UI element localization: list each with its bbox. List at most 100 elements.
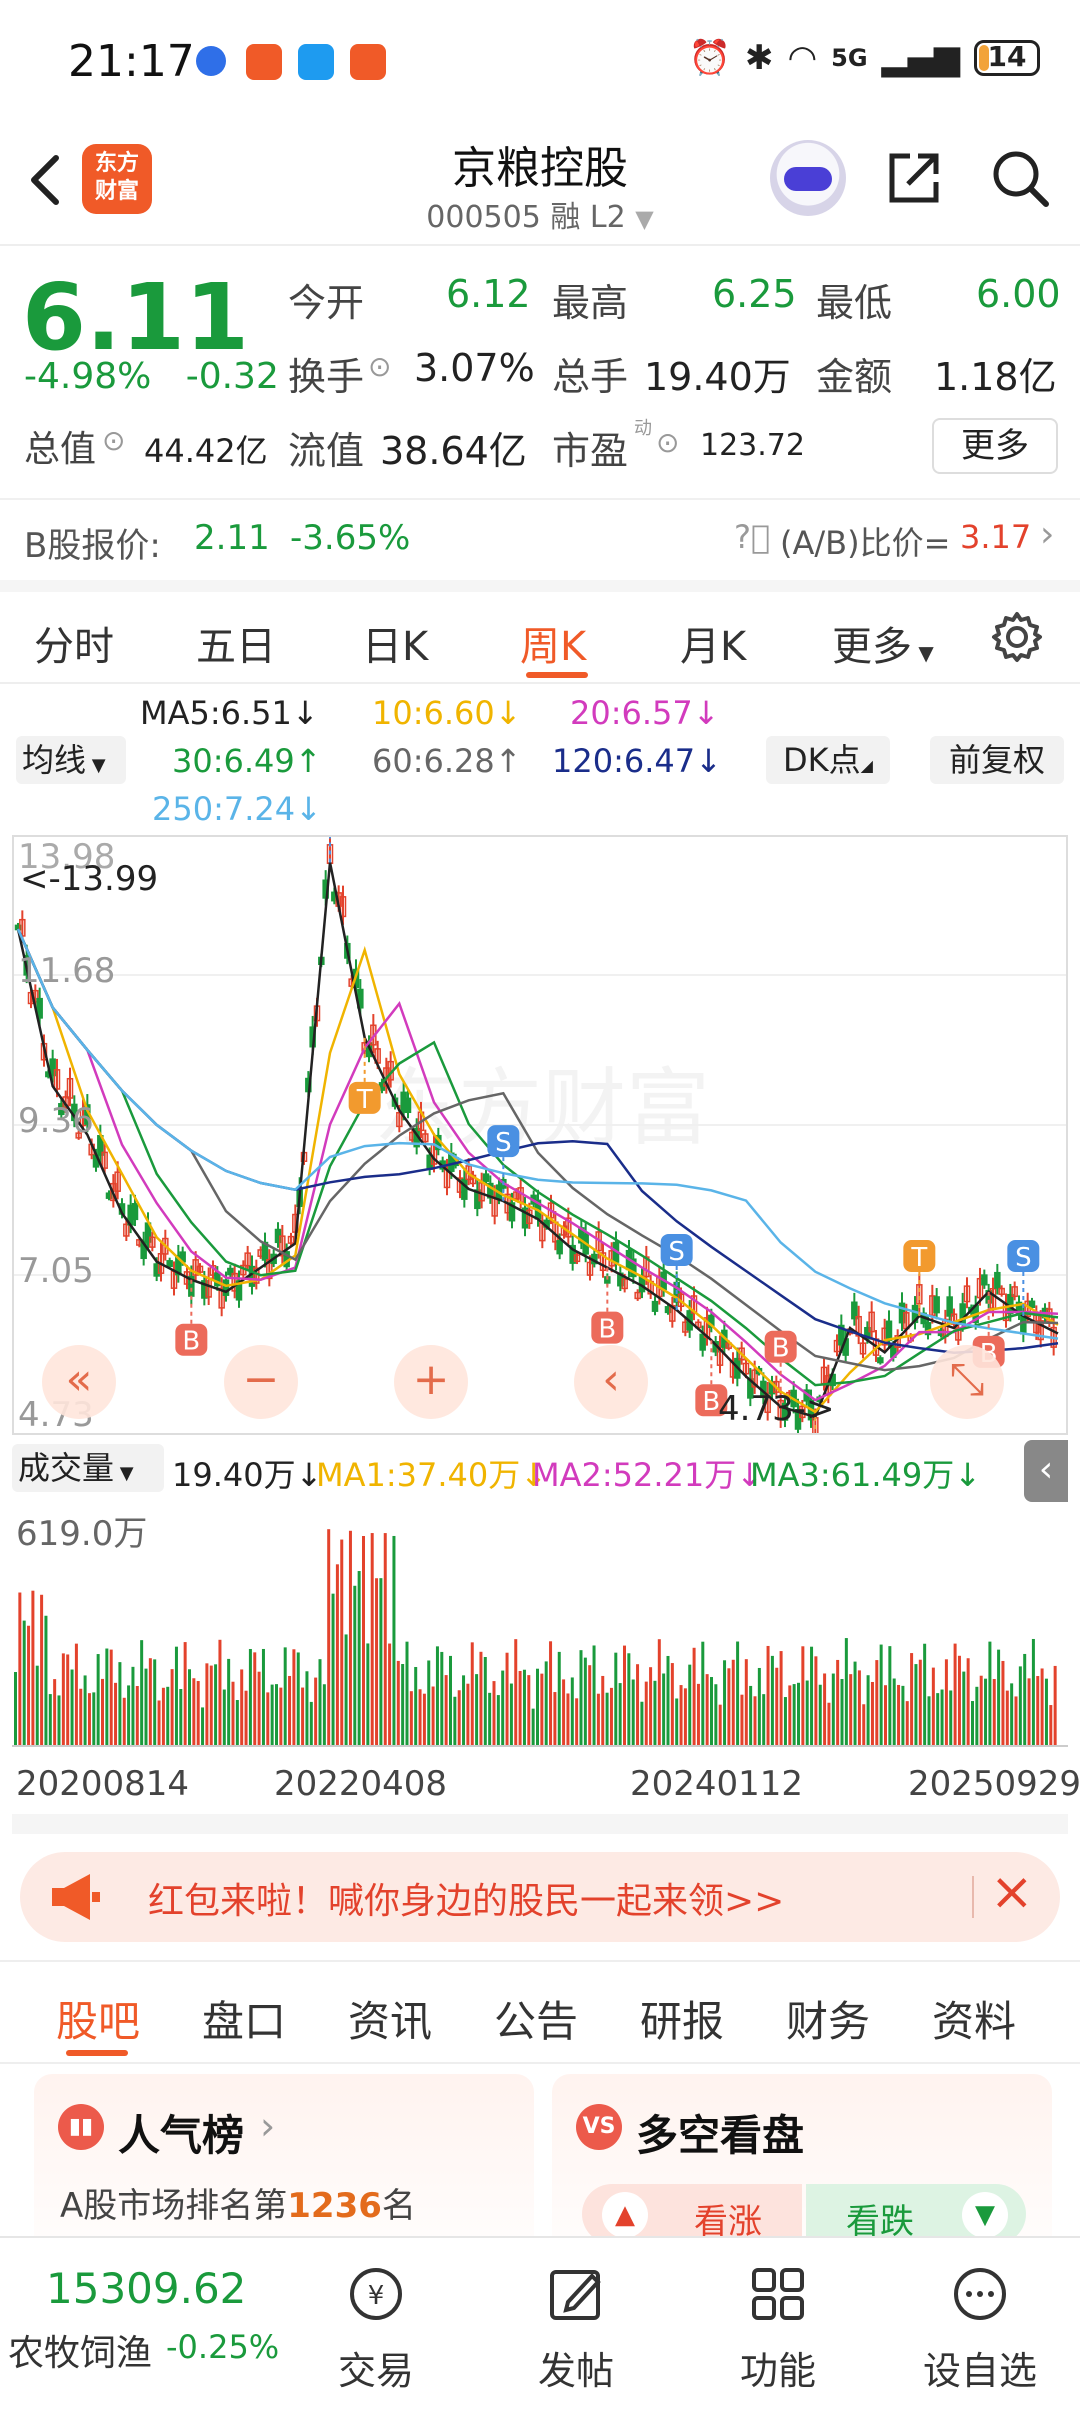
volume-indicator-selector[interactable]: 成交量 ▼ — [12, 1444, 164, 1492]
ab-ratio-value: 3.17 — [960, 518, 1032, 556]
volume-bar — [984, 1678, 988, 1746]
volume-bar — [431, 1686, 435, 1746]
volume-bar — [779, 1651, 783, 1746]
info-icon[interactable]: ⊙ — [368, 350, 391, 383]
add-watchlist-button[interactable]: 设自选 — [900, 2238, 1060, 2412]
bull-button[interactable]: ▲ 看涨 — [582, 2184, 802, 2244]
volume-bar — [83, 1675, 87, 1746]
volume-bar — [40, 1594, 44, 1746]
tab-financials[interactable]: 财务 — [786, 1988, 870, 2049]
volume-bar — [492, 1681, 496, 1746]
volume-bar — [810, 1646, 814, 1746]
volume-bar — [562, 1679, 566, 1746]
volume-bar — [879, 1644, 883, 1746]
ai-assistant-icon[interactable] — [770, 140, 846, 216]
volume-bar — [518, 1670, 522, 1746]
collapse-panel-button[interactable]: ‹ — [1024, 1440, 1068, 1502]
zoom-out-button[interactable]: − — [224, 1345, 298, 1419]
dk-point-button[interactable]: DK点◢ — [766, 736, 890, 784]
help-icon[interactable]: ?⃝ — [734, 518, 770, 556]
adjust-button[interactable]: 前复权 — [930, 736, 1064, 784]
volume-bar — [427, 1660, 431, 1746]
volume-bar — [897, 1684, 901, 1746]
volume-bar — [575, 1698, 579, 1746]
scroll-left-fast-button[interactable]: « — [42, 1345, 116, 1419]
volume-bar — [549, 1641, 553, 1746]
fullscreen-icon[interactable]: ⤡ — [930, 1345, 1004, 1419]
volume-value: 19.40万 — [644, 355, 791, 399]
info-icon[interactable]: ⊙ — [102, 424, 125, 457]
search-icon[interactable] — [988, 146, 1052, 210]
volume-bar — [244, 1690, 248, 1746]
gear-icon[interactable] — [990, 610, 1044, 664]
red-packet-banner[interactable]: 红包来啦！喊你身边的股民一起来领>> × — [20, 1852, 1060, 1942]
volume-bar — [1053, 1665, 1057, 1746]
kline-chart[interactable]: 东方财富 BSTSBSBBTTBS 13.98 <-13.99 11.68 9.… — [12, 786, 1068, 1494]
volume-bar — [744, 1659, 748, 1746]
volume-bar — [618, 1683, 622, 1746]
volume-bar — [22, 1620, 26, 1746]
bottom-nav: 15309.62 农牧饲渔 -0.25% ¥ 交易 发帖 功能 设自选 — [0, 2236, 1080, 2412]
bear-button[interactable]: 看跌 ▼ — [806, 2184, 1026, 2244]
volume-bar — [483, 1657, 487, 1746]
volume-bar — [783, 1697, 787, 1746]
candle — [885, 1320, 893, 1342]
volume-bar — [979, 1675, 983, 1746]
chart-period-tabs: 分时 五日 日K 周K 月K 更多 ▼ — [0, 580, 1080, 684]
volume-bar — [566, 1693, 570, 1746]
volume-bar — [87, 1693, 91, 1746]
date-label: 20250929 — [908, 1764, 1080, 1804]
tab-weekly-k[interactable]: 周K — [520, 614, 586, 672]
tab-more[interactable]: 更多 ▼ — [832, 614, 934, 672]
b-share-row[interactable]: B股报价: 2.11 -3.65% ?⃝ (A/B)比价= 3.17 › — [0, 498, 1080, 578]
features-button[interactable]: 功能 — [698, 2238, 858, 2412]
tab-profile[interactable]: 资料 — [932, 1988, 1016, 2049]
tab-daily-k[interactable]: 日K — [362, 614, 428, 672]
more-button[interactable]: 更多 — [932, 418, 1058, 474]
volume-bar — [579, 1650, 583, 1746]
volume-bar — [605, 1692, 609, 1746]
volume-bar — [261, 1648, 265, 1746]
volume-bar — [762, 1694, 766, 1746]
tab-intraday[interactable]: 分时 — [34, 614, 114, 672]
volume-bar — [174, 1646, 178, 1746]
scroll-left-button[interactable]: ‹ — [574, 1345, 648, 1419]
volume-bar — [470, 1642, 474, 1746]
close-icon[interactable]: × — [990, 1862, 1034, 1922]
volume-chart[interactable]: 619.0万 — [12, 1500, 1068, 1748]
volume-bar — [70, 1669, 74, 1746]
volume-bar — [231, 1681, 235, 1746]
volume-bar — [379, 1578, 383, 1746]
volume-bar — [322, 1684, 326, 1746]
tab-forum[interactable]: 股吧 — [56, 1988, 140, 2049]
info-icon[interactable]: ⊙ — [656, 426, 679, 459]
volume-bar — [240, 1669, 244, 1746]
tab-announcements[interactable]: 公告 — [494, 1988, 578, 2049]
share-icon[interactable] — [882, 146, 946, 210]
bshare-price: 2.11 — [194, 518, 270, 558]
signal-badge-label: S — [495, 1128, 512, 1158]
tab-five-day[interactable]: 五日 — [196, 614, 276, 672]
float-value: 38.64亿 — [380, 429, 527, 473]
volume-bar — [301, 1687, 305, 1746]
volume-bar — [109, 1649, 113, 1746]
volume-bar — [79, 1688, 83, 1746]
stock-code: 000505 融 L2 — [426, 200, 626, 235]
sector-index[interactable]: 15309.62 农牧饲渔 -0.25% — [0, 2238, 300, 2412]
volume-bar — [348, 1530, 352, 1746]
volume-bar — [727, 1668, 731, 1746]
volume-bar — [527, 1675, 531, 1746]
post-button[interactable]: 发帖 — [496, 2238, 656, 2412]
tab-orderbook[interactable]: 盘口 — [202, 1988, 286, 2049]
volume-bar — [731, 1659, 735, 1746]
tab-news[interactable]: 资讯 — [348, 1988, 432, 2049]
ma-selector[interactable]: 均线 ▼ — [16, 736, 126, 784]
volume-bar — [670, 1663, 674, 1746]
tab-monthly-k[interactable]: 月K — [680, 614, 746, 672]
volume-bar — [988, 1641, 992, 1746]
tab-research[interactable]: 研报 — [640, 1988, 724, 2049]
zoom-in-button[interactable]: + — [394, 1345, 468, 1419]
volume-bar — [170, 1669, 174, 1746]
trade-button[interactable]: ¥ 交易 — [296, 2238, 456, 2412]
bluetooth-icon: ✱ — [744, 38, 774, 78]
